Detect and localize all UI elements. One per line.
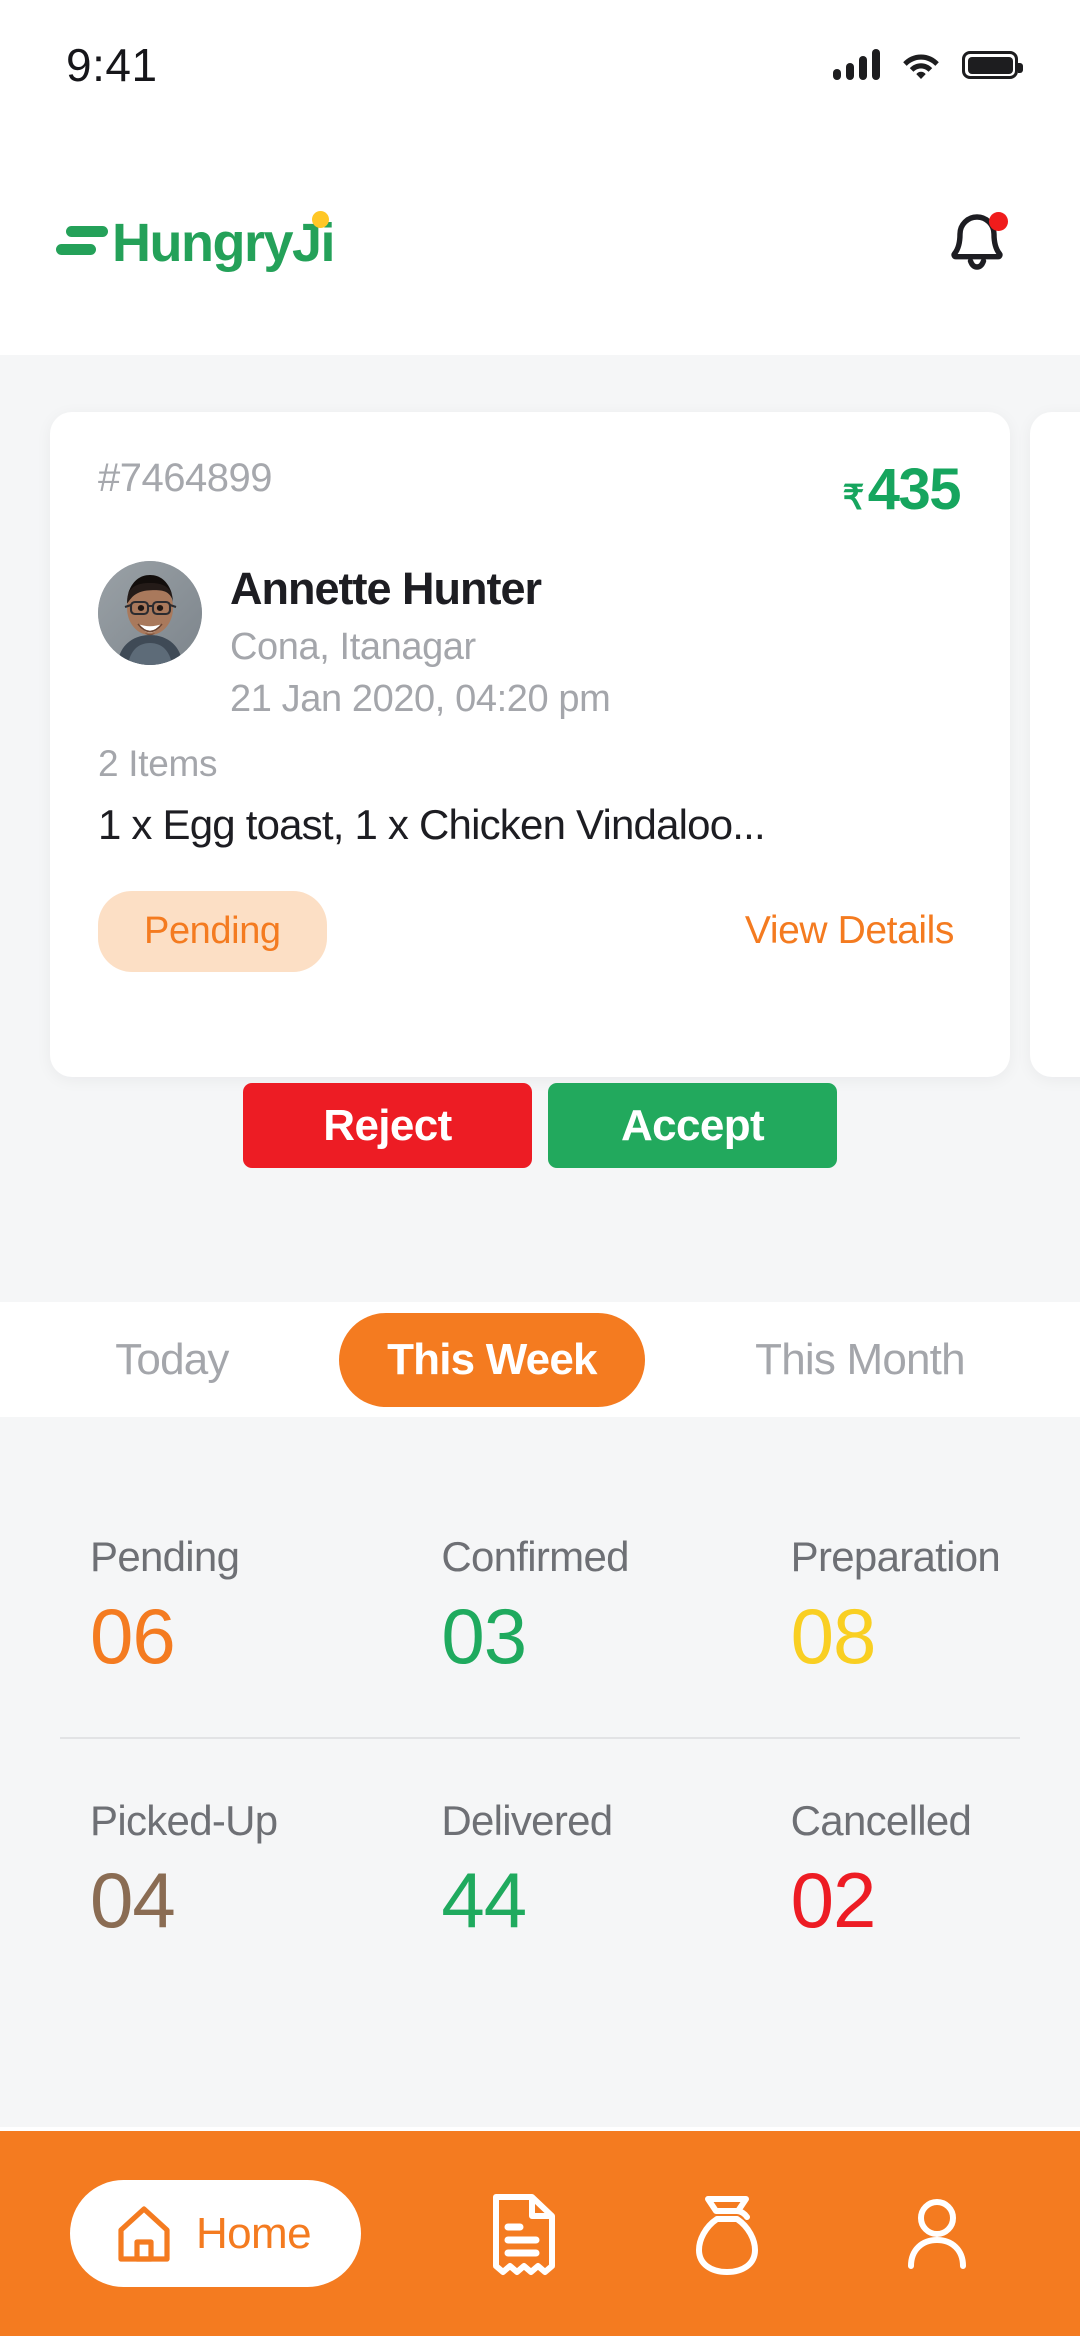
order-price-value: 435 [867,457,962,522]
nav-item-earnings[interactable] [687,2191,773,2277]
stats-row-1: Pending 06 Confirmed 03 Preparation 08 [0,1533,1080,1675]
stat-confirmed[interactable]: Confirmed 03 [379,1533,730,1675]
stats-divider [60,1737,1020,1739]
logo-dot-icon [312,210,330,228]
receipt-icon [493,2193,556,2275]
order-card[interactable]: #7464899 ₹ 435 Annette Hunter Cona, Itan… [50,412,1010,1077]
stat-label: Delivered [441,1797,613,1844]
nav-item-orders[interactable] [481,2191,567,2277]
nav-home-label: Home [196,2208,312,2258]
items-list: 1 x Egg toast, 1 x Chicken Vindaloo... [98,800,766,848]
stat-value: 03 [441,1592,527,1680]
order-card-actions: Pending View Details [98,890,960,972]
status-bar: 9:41 [0,0,1080,130]
order-carousel[interactable]: #7464899 ₹ 435 Annette Hunter Cona, Itan… [0,355,1080,1455]
stat-pending[interactable]: Pending 06 [0,1533,379,1675]
order-id: #7464899 [98,456,272,500]
stat-preparation[interactable]: Preparation 08 [731,1533,1080,1675]
cellular-signal-icon [833,49,880,80]
stat-value: 02 [790,1856,877,1944]
app-logo-text: HungryJi [112,212,336,273]
stats-row-2: Picked-Up 04 Delivered 44 Cancelled 02 [0,1797,1080,1939]
tab-this-week[interactable]: This Week [339,1312,645,1407]
order-timestamp: 21 Jan 2020, 04:20 pm [230,677,611,720]
stat-label: Preparation [790,1533,1001,1580]
order-card-header: #7464899 ₹ 435 [98,456,962,523]
stat-cancelled[interactable]: Cancelled 02 [731,1797,1080,1939]
profile-icon [907,2198,966,2269]
customer-info: Annette Hunter Cona, Itanagar 21 Jan 202… [230,561,611,721]
stat-label: Confirmed [441,1533,629,1580]
status-badge: Pending [98,890,327,972]
view-details-link[interactable]: View Details [745,909,960,953]
tab-this-month[interactable]: This Month [755,1313,965,1407]
stat-picked-up[interactable]: Picked-Up 04 [0,1797,379,1939]
battery-full-icon [962,51,1023,79]
stat-value: 08 [790,1592,877,1680]
stat-label: Cancelled [790,1797,972,1844]
status-time: 9:41 [66,39,158,91]
bottom-navigation: Home [0,2131,1080,2336]
nav-item-profile[interactable] [894,2191,980,2277]
notification-button[interactable] [940,206,1014,280]
customer-row: Annette Hunter Cona, Itanagar 21 Jan 202… [98,561,960,721]
home-icon [118,2205,170,2262]
hungryji-logo-mark-icon [56,226,108,259]
accept-button[interactable]: Accept [548,1083,837,1168]
stat-label: Pending [90,1533,240,1580]
app-screen: 9:41 HungryJi #7464899 ₹ 435 Annette Hun… [0,0,1080,2336]
app-logo[interactable]: HungryJi [56,210,336,273]
items-count: 2 Items [98,742,218,784]
wifi-icon [902,50,940,80]
nav-items-rest [361,2191,1080,2277]
app-header: HungryJi [0,130,1080,355]
money-bag-icon [696,2195,759,2275]
stat-value: 04 [90,1856,176,1944]
status-icons [833,49,1023,80]
nav-item-home[interactable]: Home [70,2180,361,2287]
order-stats-panel: Pending 06 Confirmed 03 Preparation 08 P… [0,1455,1080,2127]
stat-value: 44 [441,1856,527,1944]
rupee-icon: ₹ [842,479,865,517]
avatar-photo [98,561,202,665]
notification-badge-dot [989,211,1008,231]
order-card-next[interactable] [1030,412,1080,1077]
stat-value: 06 [90,1592,176,1680]
tab-today[interactable]: Today [115,1313,229,1407]
period-filter-tabs: Today This Week This Month [0,1302,1080,1417]
stat-label: Picked-Up [90,1797,278,1844]
reject-button[interactable]: Reject [243,1083,532,1168]
customer-name: Annette Hunter [230,563,542,614]
stat-delivered[interactable]: Delivered 44 [379,1797,730,1939]
avatar [98,561,202,665]
order-price: ₹ 435 [842,456,962,523]
order-decision-buttons: Reject Accept [0,1083,1080,1168]
customer-address: Cona, Itanagar [230,625,476,668]
